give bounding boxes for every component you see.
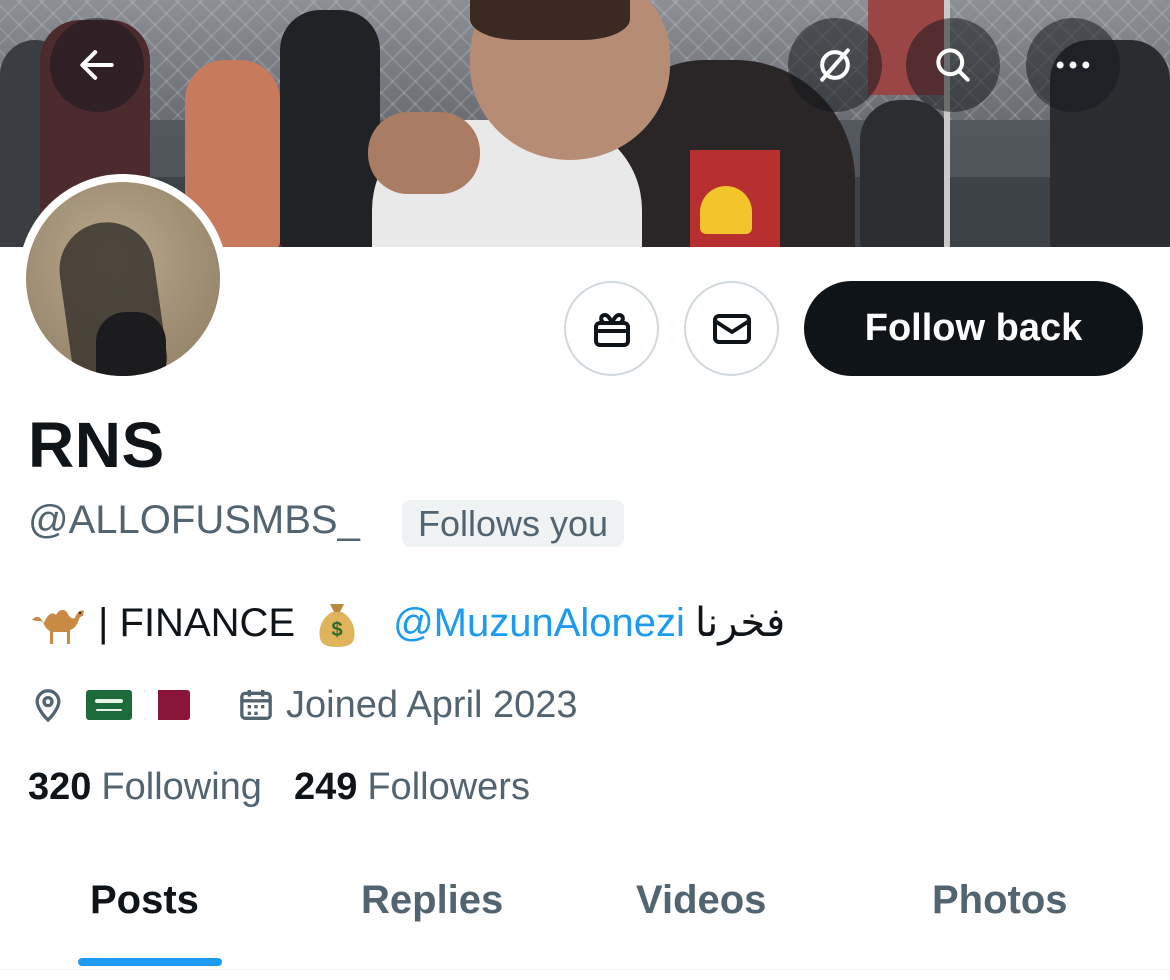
profile-meta: Joined April 2023 xyxy=(28,682,578,728)
calendar-icon xyxy=(240,690,272,720)
money-bag-emoji: $ xyxy=(319,604,355,647)
banner-driver-hair xyxy=(470,0,630,40)
saudi-flag-emoji xyxy=(86,690,132,720)
gift-icon xyxy=(593,312,630,347)
banner-sponsor-logo xyxy=(700,186,752,234)
avatar-image xyxy=(26,182,220,376)
banner-hand xyxy=(368,112,480,194)
gift-button[interactable] xyxy=(564,281,659,376)
active-tab-indicator xyxy=(78,958,222,966)
followers-label: Followers xyxy=(367,766,530,808)
bio-text: | FINANCE xyxy=(98,600,296,645)
followers-count: 249 xyxy=(293,766,358,808)
joined-text: Joined April 2023 xyxy=(286,683,578,726)
avatar-foot xyxy=(96,312,166,376)
banner-person xyxy=(860,100,950,247)
banner-person xyxy=(280,10,380,247)
more-button[interactable] xyxy=(1026,18,1120,112)
camel-emoji xyxy=(32,609,84,644)
location-icon xyxy=(35,689,61,723)
followers-link[interactable]: 249 Followers xyxy=(294,766,530,809)
following-label: Following xyxy=(101,766,262,808)
avatar[interactable] xyxy=(18,174,228,384)
profile-handle: @ALLOFUSMBS_ xyxy=(28,498,360,542)
search-button[interactable] xyxy=(906,18,1000,112)
profile-bio: | FINANCE $ @MuzunAlonezi فخرنا xyxy=(28,598,785,648)
message-button[interactable] xyxy=(684,281,779,376)
follows-you-badge: Follows you xyxy=(402,500,625,547)
search-icon xyxy=(936,48,970,82)
tab-videos[interactable]: Videos xyxy=(636,878,766,923)
following-link[interactable]: 320 Following xyxy=(28,766,262,809)
profile-name: RNS xyxy=(28,409,165,481)
tab-replies[interactable]: Replies xyxy=(361,878,503,923)
svg-text:$: $ xyxy=(332,619,343,641)
tab-photos[interactable]: Photos xyxy=(932,878,1068,923)
tab-posts[interactable]: Posts xyxy=(90,878,199,923)
joined-date: Joined April 2023 xyxy=(236,684,578,727)
grok-button[interactable] xyxy=(788,18,882,112)
back-button[interactable] xyxy=(50,18,144,112)
following-count: 320 xyxy=(28,766,92,808)
mail-icon xyxy=(712,313,751,344)
qatar-flag-emoji xyxy=(144,690,190,720)
grok-icon xyxy=(820,48,850,82)
follow-back-button[interactable]: Follow back xyxy=(804,281,1143,376)
follow-stats: 320 Following 249 Followers xyxy=(28,766,530,809)
arrow-left-icon xyxy=(80,50,114,80)
bio-mention-link[interactable]: @MuzunAlonezi xyxy=(393,601,685,646)
more-horizontal-icon xyxy=(1056,61,1090,69)
bio-arabic-text: فخرنا xyxy=(694,601,786,645)
profile-tabs: Posts Replies Videos Photos xyxy=(0,850,1170,970)
